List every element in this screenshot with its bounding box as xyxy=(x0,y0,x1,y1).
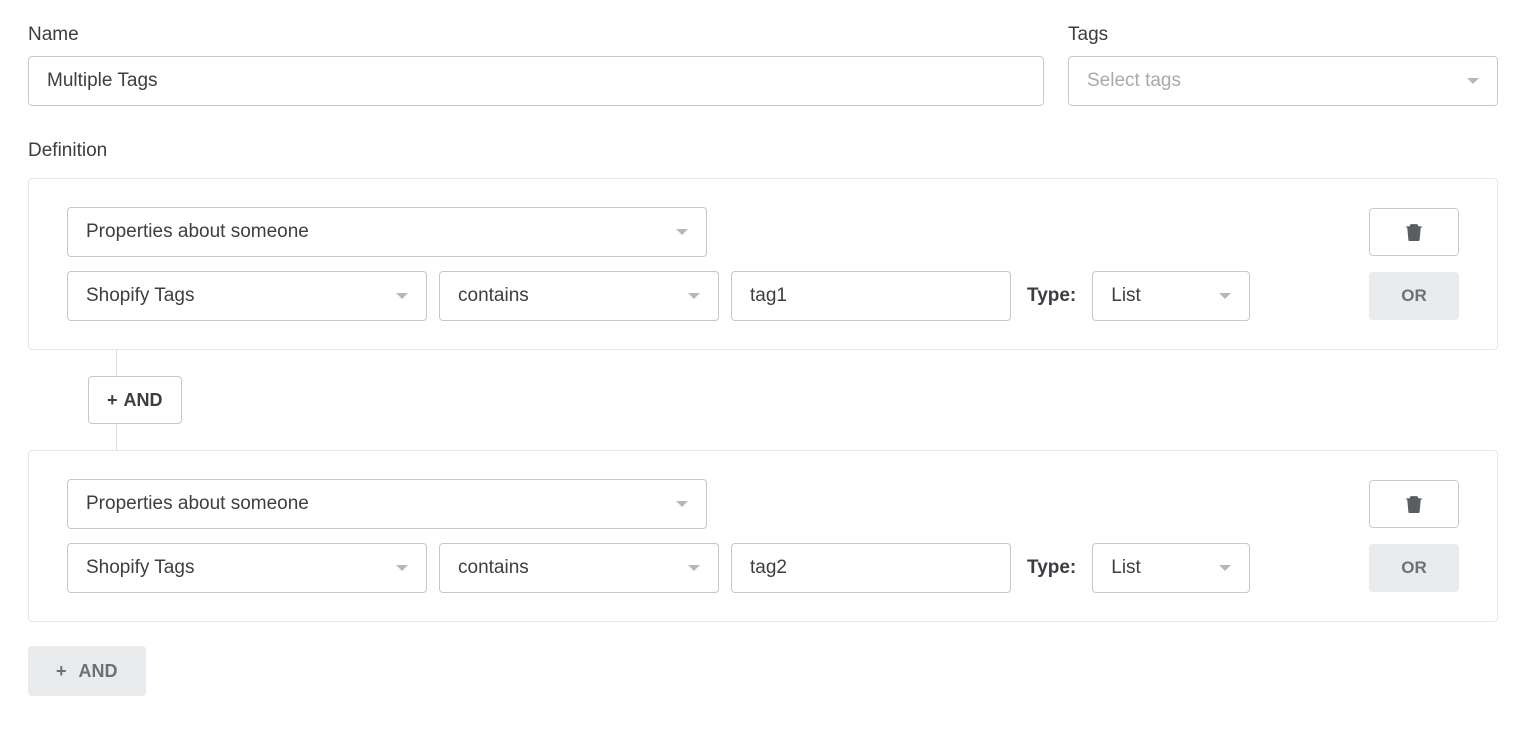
tags-placeholder: Select tags xyxy=(1087,70,1181,92)
add-and-button[interactable]: + AND xyxy=(28,646,146,696)
trash-icon xyxy=(1406,223,1422,241)
type-label: Type: xyxy=(1027,285,1076,307)
condition-operator-select[interactable]: contains xyxy=(439,543,719,593)
name-input[interactable] xyxy=(28,56,1044,106)
chevron-down-icon xyxy=(676,229,688,235)
condition-field-select[interactable]: Shopify Tags xyxy=(67,543,427,593)
plus-icon: + xyxy=(107,391,118,409)
chevron-down-icon xyxy=(688,293,700,299)
chevron-down-icon xyxy=(676,501,688,507)
condition-category-select[interactable]: Properties about someone xyxy=(67,479,707,529)
condition-type-select[interactable]: List xyxy=(1092,543,1250,593)
chevron-down-icon xyxy=(1467,78,1479,84)
condition-value-input[interactable] xyxy=(731,271,1011,321)
type-label: Type: xyxy=(1027,557,1076,579)
condition-field-value: Shopify Tags xyxy=(86,285,194,307)
delete-condition-button[interactable] xyxy=(1369,208,1459,256)
condition-operator-value: contains xyxy=(458,557,529,579)
condition-type-value: List xyxy=(1111,285,1141,307)
tags-select[interactable]: Select tags xyxy=(1068,56,1498,106)
add-or-button[interactable]: OR xyxy=(1369,272,1459,320)
condition-type-select[interactable]: List xyxy=(1092,271,1250,321)
condition-value-input[interactable] xyxy=(731,543,1011,593)
connector-line xyxy=(116,424,117,450)
condition-operator-select[interactable]: contains xyxy=(439,271,719,321)
add-or-button[interactable]: OR xyxy=(1369,544,1459,592)
plus-icon: + xyxy=(56,662,67,680)
condition-category-value: Properties about someone xyxy=(86,493,309,515)
condition-block: Properties about someone Shopify Tags co… xyxy=(28,178,1498,350)
chevron-down-icon xyxy=(1219,565,1231,571)
condition-type-value: List xyxy=(1111,557,1141,579)
name-label: Name xyxy=(28,24,1044,46)
and-connector-button[interactable]: + AND xyxy=(88,376,182,424)
condition-operator-value: contains xyxy=(458,285,529,307)
connector-line xyxy=(116,350,117,376)
and-connector-label: AND xyxy=(124,390,163,411)
chevron-down-icon xyxy=(396,293,408,299)
condition-block: Properties about someone Shopify Tags co… xyxy=(28,450,1498,622)
trash-icon xyxy=(1406,495,1422,513)
tags-label: Tags xyxy=(1068,24,1498,46)
condition-field-select[interactable]: Shopify Tags xyxy=(67,271,427,321)
chevron-down-icon xyxy=(1219,293,1231,299)
condition-category-select[interactable]: Properties about someone xyxy=(67,207,707,257)
add-and-label: AND xyxy=(79,661,118,682)
condition-field-value: Shopify Tags xyxy=(86,557,194,579)
definition-label: Definition xyxy=(28,140,1498,162)
chevron-down-icon xyxy=(396,565,408,571)
delete-condition-button[interactable] xyxy=(1369,480,1459,528)
chevron-down-icon xyxy=(688,565,700,571)
condition-category-value: Properties about someone xyxy=(86,221,309,243)
